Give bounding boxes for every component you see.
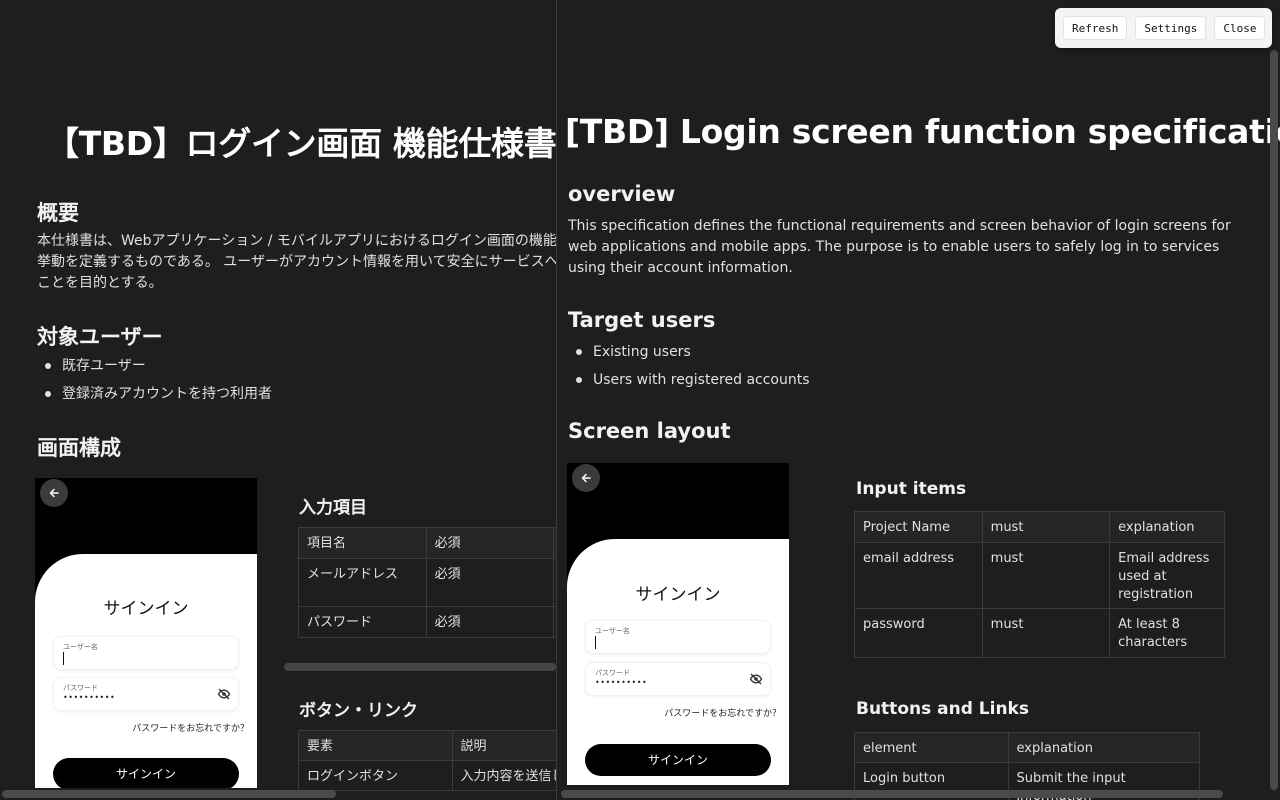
- text-caret: [595, 636, 596, 649]
- table-header-cell: explanation: [1109, 511, 1225, 543]
- table-cell: メールアドレス: [298, 558, 427, 607]
- password-mask: ••••••••••: [63, 693, 116, 702]
- arrow-left-icon: [581, 473, 591, 483]
- list-item: 登録済みアカウントを持つ利用者: [37, 384, 272, 412]
- overview-text: 本仕様書は、Webアプリケーション / モバイルアプリにおけるログイン画面の機能…: [37, 233, 556, 291]
- forgot-password-link[interactable]: パスワードをお忘れですか？: [664, 706, 781, 719]
- target-users-list: Existing users Users with registered acc…: [568, 342, 810, 398]
- table-header-cell: must: [981, 511, 1111, 543]
- english-document-pane[interactable]: [TBD] Login screen function specificatio…: [556, 0, 1280, 800]
- password-label: パスワード: [595, 669, 630, 677]
- input-items-heading: 入力項目: [299, 498, 367, 518]
- eye-off-icon[interactable]: [217, 687, 231, 701]
- table-cell: パスワード: [298, 606, 427, 638]
- overview-heading: 概要: [37, 201, 79, 225]
- signin-card: サインイン ユーザー名 パスワード •••••••••• パスワードをお忘れです…: [567, 539, 789, 785]
- document-title: 【TBD】ログイン画面 機能仕様書: [46, 124, 556, 163]
- table-row: パスワード 必須: [298, 606, 556, 638]
- right-pane-vertical-scrollbar[interactable]: [1270, 50, 1278, 790]
- signin-title: サインイン: [635, 585, 721, 605]
- refresh-button[interactable]: Refresh: [1063, 16, 1128, 40]
- signin-button[interactable]: サインイン: [585, 744, 771, 776]
- table-row: ログインボタン 入力内容を送信し: [298, 760, 556, 791]
- login-screen-mockup: サインイン ユーザー名 パスワード •••••••••• パスワードをお忘れです…: [567, 463, 789, 785]
- buttons-links-table: 要素 説明 ログインボタン 入力内容を送信し: [298, 730, 556, 791]
- table-header-cell: 説明: [451, 730, 556, 761]
- back-button[interactable]: [572, 464, 600, 492]
- table-cell: 必須: [425, 606, 555, 638]
- document-title: [TBD] Login screen function specificatio…: [565, 112, 1280, 151]
- table-header-cell: explanation: [1007, 732, 1201, 763]
- forgot-password-link[interactable]: パスワードをお忘れですか？: [132, 721, 249, 734]
- buttons-links-heading: Buttons and Links: [856, 699, 1029, 719]
- list-item: Existing users: [568, 342, 810, 370]
- right-pane-horizontal-scrollbar[interactable]: [561, 790, 1223, 798]
- table-row: element explanation: [854, 732, 1201, 763]
- login-screen-mockup: サインイン ユーザー名 パスワード •••••••••• パスワードをお忘れです…: [35, 478, 257, 788]
- buttons-links-heading: ボタン・リンク: [299, 701, 418, 721]
- arrow-left-icon: [49, 488, 59, 498]
- password-mask: ••••••••••: [595, 678, 648, 687]
- table-header-cell: 必須: [425, 527, 555, 559]
- table-cell: At least 8 characters: [1109, 608, 1225, 658]
- target-users-heading: 対象ユーザー: [37, 325, 163, 349]
- username-label: ユーザー名: [63, 643, 98, 651]
- left-pane-horizontal-scrollbar[interactable]: [2, 790, 336, 798]
- table-cell: must: [981, 608, 1111, 658]
- signin-button[interactable]: サインイン: [53, 758, 239, 788]
- close-button[interactable]: Close: [1214, 16, 1266, 40]
- table-cell: password: [854, 608, 983, 658]
- list-item: 既存ユーザー: [37, 356, 272, 384]
- table-row: Project Name must explanation: [854, 511, 1225, 543]
- overview-heading: overview: [568, 182, 676, 206]
- eye-off-icon[interactable]: [749, 672, 763, 686]
- japanese-document-pane[interactable]: 【TBD】ログイン画面 機能仕様書 概要 本仕様書は、Webアプリケーション /…: [0, 0, 556, 800]
- table-header-cell: 項目名: [298, 527, 427, 559]
- username-input[interactable]: ユーザー名: [585, 620, 771, 654]
- table-cell: ログインボタン: [298, 760, 453, 791]
- list-item: Users with registered accounts: [568, 370, 810, 398]
- password-label: パスワード: [63, 684, 98, 692]
- table-cell: email address: [854, 542, 983, 609]
- input-items-heading: Input items: [856, 479, 967, 499]
- target-users-list: 既存ユーザー 登録済みアカウントを持つ利用者: [37, 356, 272, 412]
- signin-card: サインイン ユーザー名 パスワード •••••••••• パスワードをお忘れです…: [35, 554, 257, 788]
- overview-text: This specification defines the functiona…: [568, 218, 1231, 276]
- back-button[interactable]: [40, 479, 68, 507]
- password-input[interactable]: パスワード ••••••••••: [585, 662, 771, 696]
- input-items-table: 項目名 必須 説明 メールアドレス 必須 パスワード 必須: [298, 527, 556, 638]
- table-cell: 入力内容を送信し: [451, 760, 556, 791]
- input-items-table: Project Name must explanation email addr…: [854, 511, 1225, 658]
- table-header-cell: element: [854, 732, 1009, 763]
- table-row: 要素 説明: [298, 730, 556, 761]
- target-users-heading: Target users: [568, 308, 716, 332]
- screen-layout-heading: Screen layout: [568, 419, 731, 443]
- table-row: password must At least 8 characters: [854, 608, 1225, 658]
- password-input[interactable]: パスワード ••••••••••: [53, 677, 239, 711]
- table-row: email address must Email address used at…: [854, 542, 1225, 609]
- table-header-cell: 要素: [298, 730, 453, 761]
- table-cell: 必須: [425, 558, 555, 607]
- settings-button[interactable]: Settings: [1135, 16, 1207, 40]
- screen-layout-heading: 画面構成: [37, 436, 121, 460]
- table-cell: Email address used at registration: [1109, 542, 1225, 609]
- table-horizontal-scrollbar[interactable]: [284, 663, 556, 671]
- floating-toolbar: Refresh Settings Close: [1055, 8, 1272, 48]
- table-row: 項目名 必須 説明: [298, 527, 556, 559]
- table-header-cell: Project Name: [854, 511, 983, 543]
- table-row: メールアドレス 必須: [298, 558, 556, 607]
- username-label: ユーザー名: [595, 627, 630, 635]
- signin-title: サインイン: [103, 599, 189, 619]
- username-input[interactable]: ユーザー名: [53, 636, 239, 670]
- table-cell: must: [981, 542, 1111, 609]
- text-caret: [63, 652, 64, 665]
